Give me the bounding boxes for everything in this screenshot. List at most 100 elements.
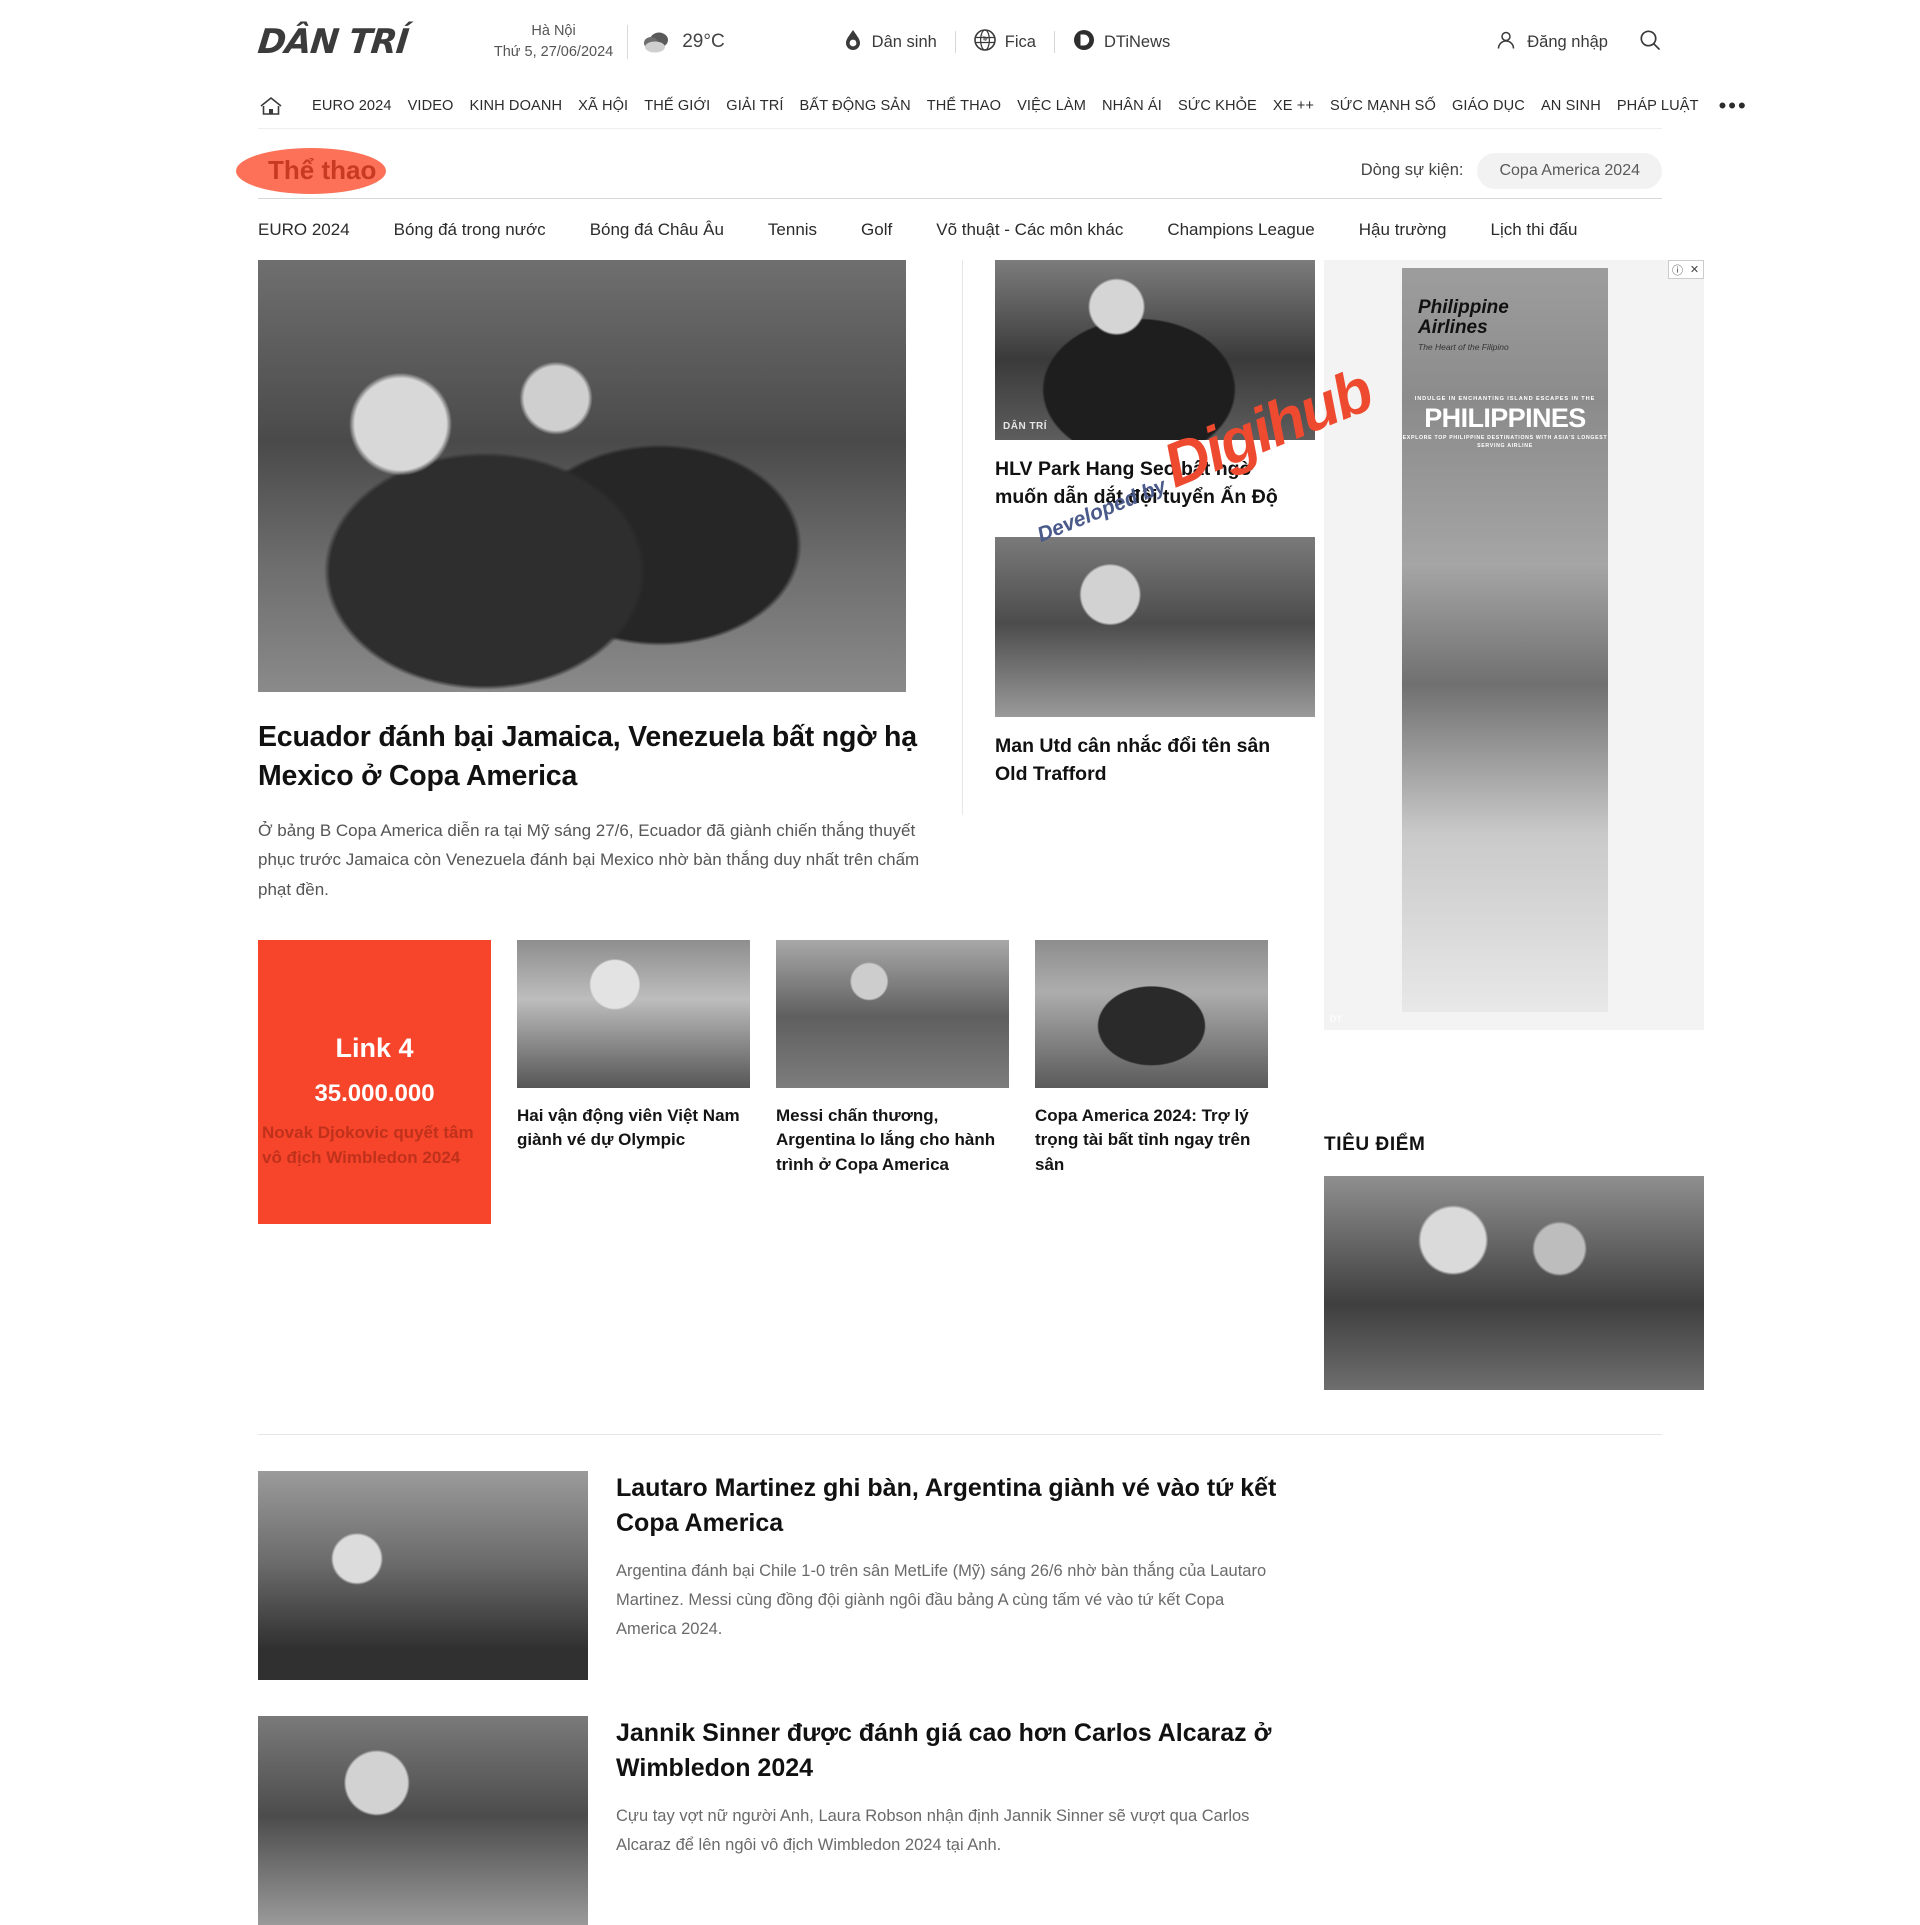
subnav-item-bong-da-trong-nuoc[interactable]: Bóng đá trong nước — [372, 220, 568, 240]
nav-item-an-sinh[interactable]: AN SINH — [1533, 98, 1609, 114]
partner-label: Fica — [1004, 32, 1036, 51]
site-logo[interactable]: DÂN TRÍ — [256, 22, 410, 62]
secondary-image[interactable]: DÂN TRÍ — [995, 260, 1315, 440]
info-icon[interactable]: ⓘ — [1669, 261, 1686, 278]
article-list-item[interactable]: Jannik Sinner được đánh giá cao hơn Carl… — [258, 1680, 1288, 1925]
secondary-title[interactable]: HLV Park Hang Seo bất ngờ muốn dẫn dắt đ… — [995, 456, 1292, 511]
home-icon[interactable] — [258, 95, 284, 117]
nav-item-phap-luat[interactable]: PHÁP LUẬT — [1609, 98, 1707, 114]
dantri-watermark: DÂN TRÍ — [1003, 421, 1048, 432]
article-list-item[interactable]: Lautaro Martinez ghi bàn, Argentina giàn… — [258, 1435, 1288, 1680]
weather-block: Hà Nội Thứ 5, 27/06/2024 29°C — [494, 21, 725, 63]
nav-item-euro-2024[interactable]: EURO 2024 — [304, 98, 400, 114]
ad-brand: Philippine Airlines The Heart of the Fil… — [1418, 298, 1509, 352]
nav-item-giai-tri[interactable]: GIẢI TRÍ — [718, 98, 791, 114]
nav-item-bat-dong-san[interactable]: BẤT ĐỘNG SẢN — [792, 98, 919, 114]
article-title[interactable]: Jannik Sinner được đánh giá cao hơn Carl… — [616, 1716, 1288, 1786]
sidebar-column: Philippine Airlines The Heart of the Fil… — [1324, 260, 1704, 1390]
main-navigation: EURO 2024 VIDEO KINH DOANH XÃ HỘI THẾ GI… — [0, 84, 1920, 128]
subnav-item-champions-league[interactable]: Champions League — [1145, 220, 1336, 240]
divider — [627, 25, 629, 59]
hero-article-image[interactable] — [258, 260, 906, 692]
temperature-value: 29°C — [682, 31, 725, 52]
nav-more-button[interactable]: ••• — [1707, 95, 1748, 117]
ad-brand-line2: Airlines — [1418, 316, 1488, 338]
thumb-title[interactable]: Messi chấn thương, Argentina lo lắng cho… — [776, 1104, 1009, 1178]
thumb-image[interactable] — [1035, 939, 1268, 1088]
advertisement[interactable]: Philippine Airlines The Heart of the Fil… — [1324, 260, 1704, 1030]
nav-item-the-gioi[interactable]: THẾ GIỚI — [636, 98, 718, 114]
subnav-item-euro-2024[interactable]: EURO 2024 — [258, 220, 372, 240]
close-icon[interactable]: ✕ — [1686, 261, 1703, 278]
promo-banner[interactable]: Link 4 35.000.000 Novak Djokovic quyết t… — [258, 939, 491, 1224]
thumb-card[interactable]: Copa America 2024: Trợ lý trọng tài bất … — [1035, 939, 1268, 1224]
partner-link-dtinews[interactable]: DTiNews — [1055, 29, 1188, 56]
article-list: Lautaro Martinez ghi bàn, Argentina giàn… — [258, 1435, 1288, 1925]
login-button[interactable]: Đăng nhập — [1495, 29, 1608, 56]
sidebar-focus-heading: TIÊU ĐIỂM — [1324, 1134, 1426, 1155]
sidebar-focus-image[interactable] — [1324, 1176, 1704, 1390]
secondary-image[interactable] — [995, 537, 1315, 718]
dtinews-icon — [1073, 29, 1095, 56]
thumb-image[interactable] — [776, 939, 1009, 1088]
partner-link-dan-sinh[interactable]: Dân sinh — [843, 29, 955, 56]
ad-message: INDULGE IN ENCHANTING ISLAND ESCAPES IN … — [1402, 396, 1608, 451]
secondary-column: DÂN TRÍ HLV Park Hang Seo bất ngờ muốn d… — [962, 260, 1315, 815]
thumb-card[interactable]: Messi chấn thương, Argentina lo lắng cho… — [776, 939, 1009, 1224]
nav-item-giao-duc[interactable]: GIÁO DỤC — [1444, 98, 1533, 114]
article-image[interactable] — [258, 1716, 588, 1925]
temperature-block: 29°C — [642, 31, 725, 53]
thumb-image[interactable] — [517, 939, 750, 1088]
hero-article-title[interactable]: Ecuador đánh bại Jamaica, Venezuela bất … — [258, 718, 930, 796]
search-icon[interactable] — [1638, 28, 1662, 57]
subnav-item-hau-truong[interactable]: Hậu trường — [1337, 220, 1469, 240]
page-title[interactable]: Thể thao — [258, 153, 386, 187]
thumb-title[interactable]: Hai vận động viên Việt Nam giành vé dự O… — [517, 1104, 750, 1153]
nav-item-kinh-doanh[interactable]: KINH DOANH — [462, 98, 571, 114]
thumb-title[interactable]: Copa America 2024: Trợ lý trọng tài bất … — [1035, 1104, 1268, 1178]
subnav-item-tennis[interactable]: Tennis — [746, 220, 839, 240]
promo-title: Novak Djokovic quyết tâm vô địch Wimbled… — [262, 1122, 474, 1168]
nav-item-suc-manh-so[interactable]: SỨC MẠNH SỐ — [1322, 98, 1444, 114]
globe-icon — [973, 28, 996, 56]
ad-brand-line1: Philippine — [1418, 297, 1509, 318]
secondary-card[interactable]: Man Utd cân nhắc đổi tên sân Old Traffor… — [995, 537, 1315, 788]
partner-link-fica[interactable]: Fica — [956, 28, 1054, 56]
weather-city: Hà Nội — [531, 22, 576, 39]
user-icon — [1495, 29, 1517, 56]
subnav-item-lich-thi-dau[interactable]: Lịch thi đấu — [1469, 220, 1600, 240]
nav-item-video[interactable]: VIDEO — [400, 98, 462, 114]
content-grid: Ecuador đánh bại Jamaica, Venezuela bất … — [258, 260, 1704, 1390]
article-title[interactable]: Lautaro Martinez ghi bàn, Argentina giàn… — [616, 1471, 1288, 1541]
subnav-item-golf[interactable]: Golf — [839, 220, 914, 240]
ad-tagline: The Heart of the Filipino — [1418, 341, 1509, 352]
promo-price: 35.000.000 — [314, 1079, 435, 1107]
secondary-title[interactable]: Man Utd cân nhắc đổi tên sân Old Traffor… — [995, 733, 1292, 788]
weather-date: Hà Nội Thứ 5, 27/06/2024 — [494, 21, 613, 63]
page-title-wrap: Thể thao — [236, 148, 386, 194]
nav-item-xa-hoi[interactable]: XÃ HỘI — [570, 98, 636, 114]
ad-controls[interactable]: ⓘ ✕ — [1668, 260, 1704, 279]
login-label: Đăng nhập — [1527, 32, 1608, 51]
site-header: DÂN TRÍ Hà Nội Thứ 5, 27/06/2024 29°C Dâ… — [0, 0, 1920, 84]
secondary-card[interactable]: DÂN TRÍ HLV Park Hang Seo bất ngờ muốn d… — [995, 260, 1315, 511]
partner-links: Dân sinh Fica DTiNews — [843, 28, 1189, 56]
nav-item-nhan-ai[interactable]: NHÂN ÁI — [1094, 98, 1170, 114]
partner-label: Dân sinh — [871, 32, 937, 51]
nav-item-the-thao[interactable]: THỂ THAO — [919, 98, 1009, 114]
section-bar: Thể thao Dòng sự kiện: Copa America 2024 — [236, 128, 1662, 198]
ad-creative[interactable]: Philippine Airlines The Heart of the Fil… — [1402, 268, 1608, 1012]
ad-subline: EXPLORE TOP PHILIPPINE DESTINATIONS WITH… — [1402, 435, 1608, 450]
event-stream-label: Dòng sự kiện: — [1360, 161, 1464, 179]
article-image[interactable] — [258, 1471, 588, 1680]
thumb-card[interactable]: Hai vận động viên Việt Nam giành vé dự O… — [517, 939, 750, 1224]
section-subnav: EURO 2024 Bóng đá trong nước Bóng đá Châ… — [258, 198, 1662, 260]
current-date: Thứ 5, 27/06/2024 — [493, 44, 614, 60]
nav-item-suc-khoe[interactable]: SỨC KHỎE — [1170, 98, 1265, 114]
subnav-item-vo-thuat[interactable]: Võ thuật - Các môn khác — [914, 220, 1145, 240]
nav-item-viec-lam[interactable]: VIỆC LÀM — [1009, 98, 1094, 114]
event-stream-chip[interactable]: Copa America 2024 — [1477, 152, 1662, 189]
nav-item-xe[interactable]: XE ++ — [1265, 98, 1322, 114]
promo-card[interactable]: Link 4 35.000.000 Novak Djokovic quyết t… — [258, 939, 491, 1224]
subnav-item-bong-da-chau-au[interactable]: Bóng đá Châu Âu — [568, 220, 746, 240]
